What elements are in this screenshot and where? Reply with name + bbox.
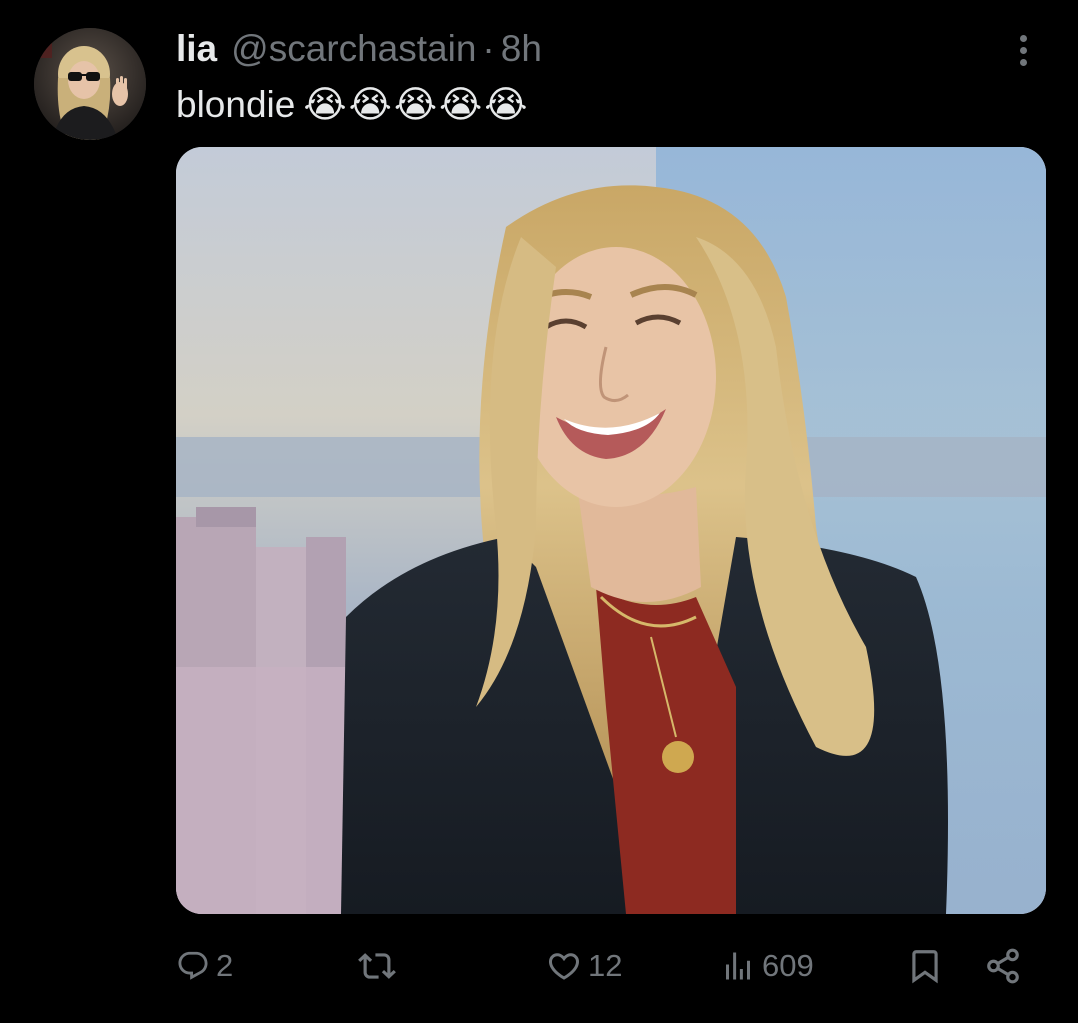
crying-emoji: 😭 <box>484 84 528 125</box>
more-dot <box>1019 58 1027 66</box>
views-icon <box>726 952 750 980</box>
share-button[interactable] <box>984 943 1022 989</box>
retweet-icon <box>358 953 396 979</box>
action-bar: 2 12 609 <box>0 935 1078 997</box>
crying-emoji: 😭 <box>439 84 483 125</box>
separator-dot: · <box>482 28 495 69</box>
views-button[interactable]: 609 <box>720 943 814 989</box>
bookmark-icon <box>912 950 938 984</box>
more-dot <box>1019 46 1027 54</box>
tweet-text: blondie 😭 😭 😭 😭 😭 <box>176 80 528 130</box>
user-handle[interactable]: @scarchastain <box>231 24 476 74</box>
reply-count: 2 <box>216 948 234 983</box>
display-name[interactable]: lia <box>176 24 217 74</box>
reply-icon <box>178 951 208 980</box>
handle-group: @scarchastain · 8h <box>231 24 542 74</box>
tweet: lia @scarchastain · 8h blondie 😭 😭 😭 😭 😭 <box>0 0 1078 1023</box>
avatar-image <box>34 28 146 140</box>
retweet-button[interactable] <box>358 943 402 989</box>
more-dot <box>1019 34 1027 42</box>
tweet-header: lia @scarchastain · 8h <box>176 24 542 74</box>
crying-emoji: 😭 <box>303 84 347 125</box>
view-count: 609 <box>762 948 814 983</box>
like-button[interactable]: 12 <box>546 943 622 989</box>
avatar[interactable] <box>34 28 146 140</box>
crying-emoji: 😭 <box>348 84 392 125</box>
tweet-text-content: blondie <box>176 84 296 125</box>
crying-emoji: 😭 <box>393 84 438 125</box>
more-icon[interactable] <box>1005 28 1041 72</box>
tweet-media-image[interactable] <box>176 147 1046 914</box>
share-icon <box>987 948 1019 984</box>
bookmark-button[interactable] <box>906 943 944 989</box>
timestamp[interactable]: 8h <box>501 24 542 74</box>
reply-button[interactable]: 2 <box>176 943 233 989</box>
like-count: 12 <box>588 948 623 983</box>
emoji-row: 😭 😭 😭 😭 😭 <box>303 80 527 130</box>
like-icon <box>548 953 580 980</box>
media-photo <box>176 147 1046 914</box>
